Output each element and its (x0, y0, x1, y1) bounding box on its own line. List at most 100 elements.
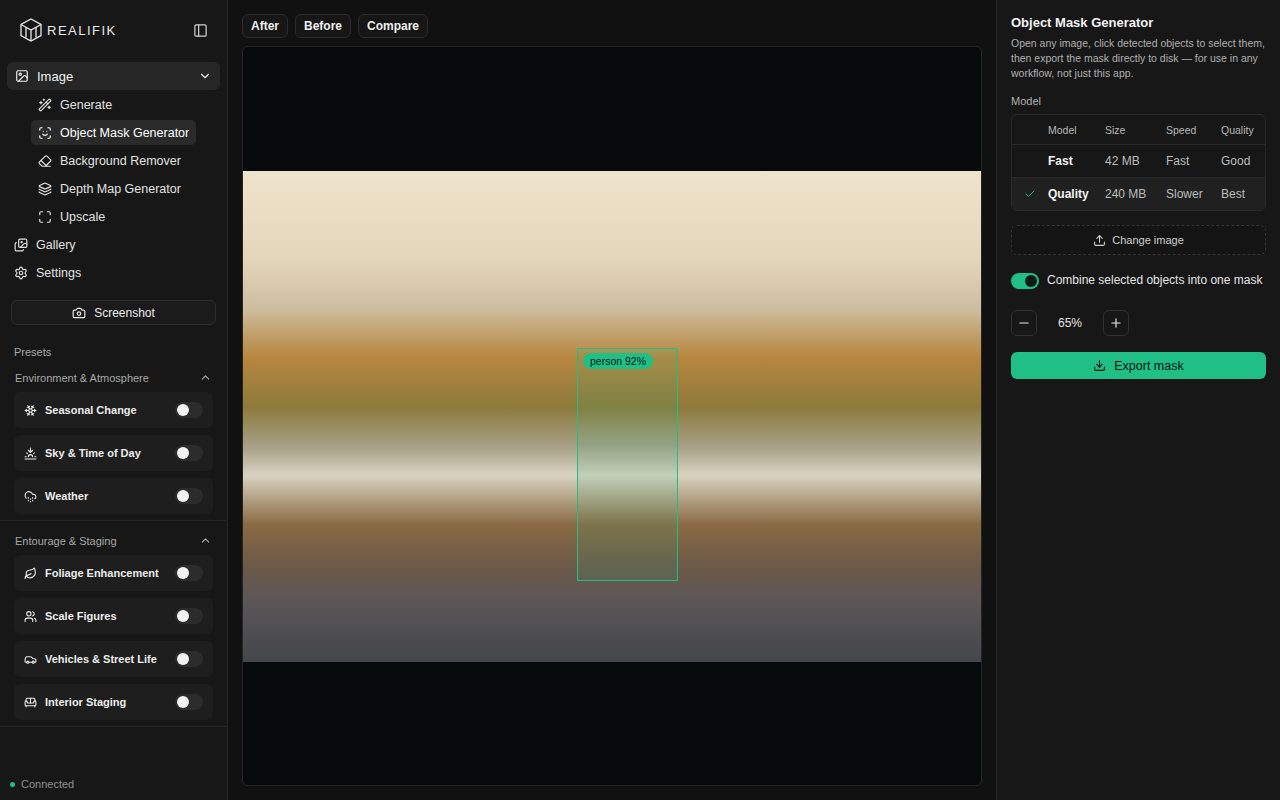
nav-subitem-label: Background Remover (60, 154, 181, 168)
preset-card: Interior Staging (14, 684, 213, 720)
image-canvas: person 92% (242, 46, 982, 786)
detection-label: person 92% (583, 353, 653, 369)
leaf-icon (24, 567, 37, 580)
preset-toggle[interactable] (175, 651, 203, 667)
photo: person 92% (243, 171, 981, 662)
detection-box[interactable]: person 92% (577, 348, 678, 581)
cube-logo-icon (17, 16, 45, 44)
model-size: 42 MB (1105, 154, 1166, 168)
check-icon (1024, 188, 1036, 200)
image-icon (15, 69, 29, 83)
panel-description: Open any image, click detected objects t… (1011, 36, 1266, 81)
toggle-knob (177, 653, 189, 665)
view-tab[interactable]: After (242, 14, 288, 38)
upload-icon (1093, 234, 1106, 247)
sunset-icon (24, 447, 37, 460)
change-image-label: Change image (1112, 234, 1184, 246)
preset-section: Entourage & StagingFoliage EnhancementSc… (7, 521, 220, 727)
preset-section-title: Environment & Atmosphere (15, 372, 149, 384)
settings-panel: Object Mask GeneratorOpen any image, cli… (996, 0, 1280, 800)
nav-subitem-label: Object Mask Generator (60, 126, 189, 140)
preset-section-header[interactable]: Environment & Atmosphere (7, 367, 220, 388)
sidebar: REALIFIK ImageGenerate Object Mask Generat… (0, 0, 228, 800)
main-area: After Before Compare person 92% (228, 0, 996, 800)
model-row[interactable]: Fast42 MBFastGood (1012, 144, 1265, 177)
nav-item-label: Gallery (36, 238, 76, 252)
preset-card: Foliage Enhancement (14, 555, 213, 591)
column-header: Model (1048, 124, 1105, 136)
export-label: Export mask (1114, 359, 1183, 373)
toggle-knob (177, 404, 189, 416)
people-icon (24, 610, 37, 623)
status-dot (10, 782, 15, 787)
model-label: Model (1011, 95, 1266, 107)
nav-subitem[interactable]: Depth Map Generator (31, 176, 188, 201)
minus-icon (1017, 316, 1031, 330)
plus-icon (1109, 316, 1123, 330)
toggle-knob (177, 696, 189, 708)
presets-title: Presets (14, 346, 220, 358)
model-table: ModelSizeSpeedQualityFast42 MBFastGoodQu… (1011, 114, 1266, 211)
app-window: REALIFIK ImageGenerate Object Mask Generat… (0, 0, 1280, 800)
nav-subitem[interactable]: Object Mask Generator (31, 120, 196, 145)
nav-item[interactable]: Gallery (7, 232, 220, 258)
nav-subitem-label: Upscale (60, 210, 105, 224)
sofa-icon (24, 696, 37, 709)
export-mask-button[interactable]: Export mask (1011, 352, 1266, 379)
expand-icon (38, 210, 52, 224)
combine-toggle[interactable] (1011, 273, 1039, 289)
nav-item[interactable]: Settings (7, 260, 220, 286)
preset-toggle[interactable] (175, 565, 203, 581)
nav-item-label: Settings (36, 266, 81, 280)
nav-subitem[interactable]: Upscale (31, 204, 112, 229)
toggle-knob (1025, 275, 1037, 287)
preset-section-header[interactable]: Entourage & Staging (7, 530, 220, 551)
preset-label: Sky & Time of Day (45, 447, 167, 459)
preset-toggle[interactable] (175, 402, 203, 418)
nav-subitem[interactable]: Background Remover (31, 148, 188, 173)
opacity-stepper: 65% (1011, 310, 1266, 336)
nav-subitem[interactable]: Generate (31, 92, 119, 117)
toggle-knob (177, 567, 189, 579)
preset-toggle[interactable] (175, 445, 203, 461)
preset-card: Seasonal Change (14, 392, 213, 428)
logo-row: REALIFIK (7, 12, 220, 46)
brand-name: REALIFIK (47, 23, 117, 38)
preset-toggle[interactable] (175, 694, 203, 710)
model-name: Fast (1048, 154, 1105, 168)
preset-section-title: Entourage & Staging (15, 535, 117, 547)
view-tab[interactable]: Compare (358, 14, 428, 38)
chevron-up-icon (199, 371, 212, 384)
model-quality: Best (1221, 187, 1265, 201)
images-icon (14, 238, 28, 252)
preset-toggle[interactable] (175, 488, 203, 504)
logo[interactable]: REALIFIK (17, 16, 117, 44)
download-icon (1093, 359, 1106, 372)
preset-label: Foliage Enhancement (45, 567, 167, 579)
connection-status: Connected (7, 778, 220, 790)
column-header: Speed (1166, 124, 1221, 136)
change-image-button[interactable]: Change image (1011, 225, 1266, 255)
section-divider (0, 520, 227, 521)
wand-icon (38, 98, 52, 112)
preset-label: Vehicles & Street Life (45, 653, 167, 665)
nav-group-header[interactable]: Image (7, 62, 220, 90)
snowflake-icon (24, 404, 37, 417)
cloud-icon (24, 490, 37, 503)
increase-button[interactable] (1103, 310, 1129, 336)
model-row[interactable]: Quality240 MBSlowerBest (1012, 177, 1265, 210)
decrease-button[interactable] (1011, 310, 1037, 336)
screenshot-button[interactable]: Screenshot (11, 300, 216, 325)
collapse-sidebar-button[interactable] (191, 21, 210, 40)
camera-icon (72, 306, 86, 320)
layers-icon (38, 182, 52, 196)
preset-toggle[interactable] (175, 608, 203, 624)
model-quality: Good (1221, 154, 1265, 168)
screenshot-label: Screenshot (94, 306, 155, 320)
column-header: Size (1105, 124, 1166, 136)
opacity-value: 65% (1037, 316, 1103, 330)
car-icon (24, 653, 37, 666)
view-tab[interactable]: Before (295, 14, 351, 38)
preset-card: Weather (14, 478, 213, 514)
column-header: Quality (1221, 124, 1265, 136)
